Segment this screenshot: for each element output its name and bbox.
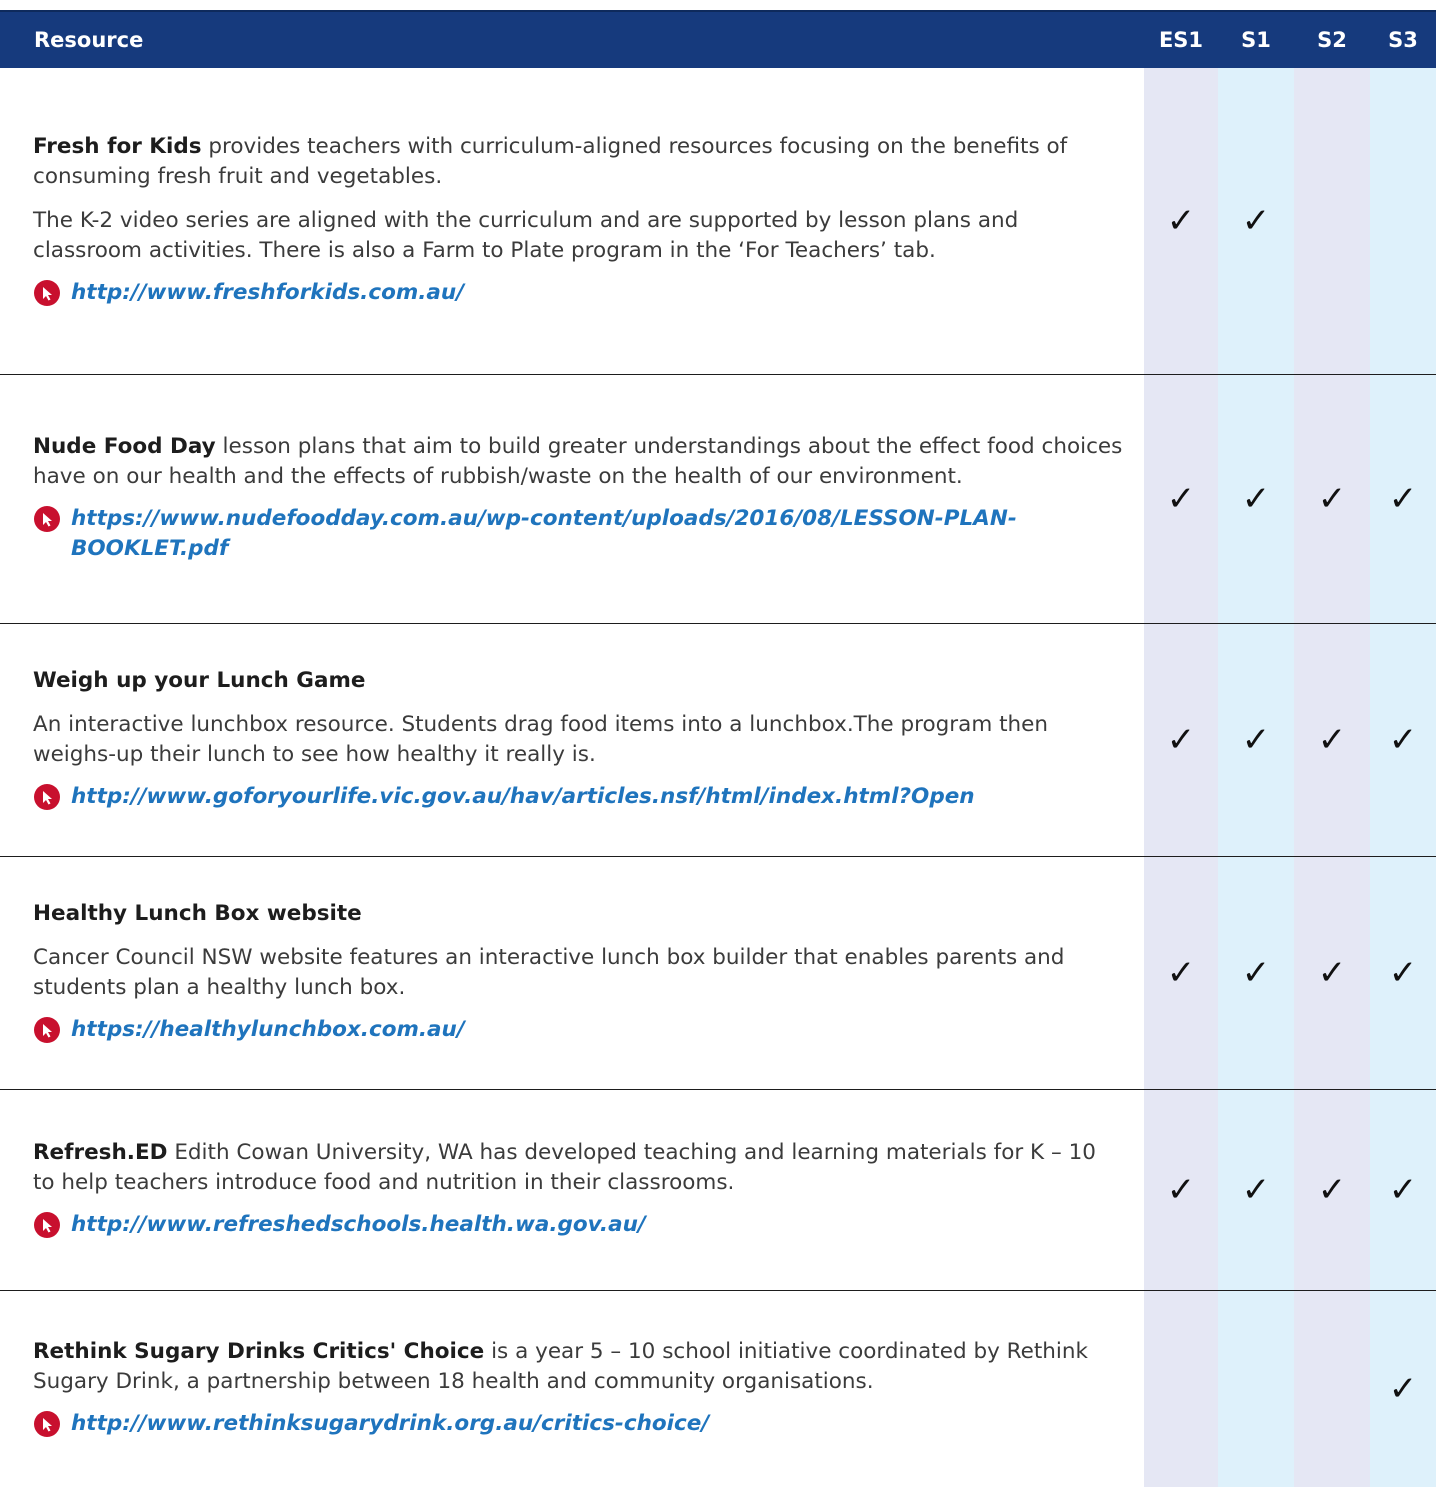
resource-link[interactable]: https://healthylunchbox.com.au/ xyxy=(71,1015,465,1045)
resource-description: An interactive lunchbox resource. Studen… xyxy=(33,710,1124,770)
resource-link-row[interactable]: http://www.goforyourlife.vic.gov.au/hav/… xyxy=(33,782,1124,812)
table-row: Healthy Lunch Box website Cancer Council… xyxy=(0,857,1436,1090)
resource-description: Refresh.ED Edith Cowan University, WA ha… xyxy=(33,1138,1124,1198)
resource-description: Cancer Council NSW website features an i… xyxy=(33,943,1124,1003)
resource-title: Refresh.ED xyxy=(33,1140,167,1165)
header-s2: S2 xyxy=(1294,11,1370,68)
resource-table-page: Resource ES1 S1 S2 S3 Fresh for Kids pro… xyxy=(0,0,1436,1184)
resource-title: Nude Food Day xyxy=(33,434,216,459)
header-resource: Resource xyxy=(0,11,1144,68)
es1-check: ✓ xyxy=(1144,375,1218,624)
resource-description: Fresh for Kids provides teachers with cu… xyxy=(33,132,1124,192)
cursor-link-icon xyxy=(33,1016,61,1044)
resource-link[interactable]: http://www.rethinksugarydrink.org.au/cri… xyxy=(71,1409,709,1439)
s2-check: ✓ xyxy=(1294,857,1370,1090)
s2-check: ✓ xyxy=(1294,624,1370,857)
s1-check: ✓ xyxy=(1218,68,1294,375)
top-rule xyxy=(0,0,1436,10)
resource-title: Rethink Sugary Drinks Critics' Choice xyxy=(33,1339,484,1364)
s3-check: ✓ xyxy=(1370,624,1436,857)
cursor-link-icon xyxy=(33,279,61,307)
s3-check: ✓ xyxy=(1370,857,1436,1090)
s1-check: ✓ xyxy=(1218,857,1294,1090)
s2-check xyxy=(1294,1291,1370,1487)
es1-check: ✓ xyxy=(1144,857,1218,1090)
resource-link-row[interactable]: https://healthylunchbox.com.au/ xyxy=(33,1015,1124,1045)
resource-link-row[interactable]: http://www.freshforkids.com.au/ xyxy=(33,278,1124,308)
resource-table: Resource ES1 S1 S2 S3 Fresh for Kids pro… xyxy=(0,10,1436,1487)
resource-title: Healthy Lunch Box website xyxy=(33,899,1124,929)
cursor-link-icon xyxy=(33,1410,61,1438)
cursor-link-icon xyxy=(33,783,61,811)
table-row: Nude Food Day lesson plans that aim to b… xyxy=(0,375,1436,624)
s1-check xyxy=(1218,1291,1294,1487)
table-row: Fresh for Kids provides teachers with cu… xyxy=(0,68,1436,375)
header-s3: S3 xyxy=(1370,11,1436,68)
resource-cell: Healthy Lunch Box website Cancer Council… xyxy=(0,857,1144,1090)
es1-check: ✓ xyxy=(1144,68,1218,375)
resource-link-row[interactable]: http://www.rethinksugarydrink.org.au/cri… xyxy=(33,1409,1124,1439)
header-s1: S1 xyxy=(1218,11,1294,68)
resource-link-row[interactable]: http://www.refreshedschools.health.wa.go… xyxy=(33,1210,1124,1240)
resource-cell: Nude Food Day lesson plans that aim to b… xyxy=(0,375,1144,624)
resource-cell: Weigh up your Lunch Game An interactive … xyxy=(0,624,1144,857)
resource-cell: Fresh for Kids provides teachers with cu… xyxy=(0,68,1144,375)
s2-check xyxy=(1294,68,1370,375)
table-row: Weigh up your Lunch Game An interactive … xyxy=(0,624,1436,857)
resource-link[interactable]: http://www.goforyourlife.vic.gov.au/hav/… xyxy=(71,782,975,812)
s3-check: ✓ xyxy=(1370,1291,1436,1487)
resource-link[interactable]: https://www.nudefoodday.com.au/wp-conten… xyxy=(71,504,1124,564)
table-row: Rethink Sugary Drinks Critics' Choice is… xyxy=(0,1291,1436,1487)
table-header-row: Resource ES1 S1 S2 S3 xyxy=(0,11,1436,68)
es1-check: ✓ xyxy=(1144,1090,1218,1291)
s2-check: ✓ xyxy=(1294,1090,1370,1291)
resource-link[interactable]: http://www.refreshedschools.health.wa.go… xyxy=(71,1210,646,1240)
s2-check: ✓ xyxy=(1294,375,1370,624)
resource-cell: Rethink Sugary Drinks Critics' Choice is… xyxy=(0,1291,1144,1487)
table-row: Refresh.ED Edith Cowan University, WA ha… xyxy=(0,1090,1436,1291)
resource-description-extra: The K-2 video series are aligned with th… xyxy=(33,206,1124,266)
resource-title: Weigh up your Lunch Game xyxy=(33,666,1124,696)
cursor-link-icon xyxy=(33,505,61,533)
resource-cell: Refresh.ED Edith Cowan University, WA ha… xyxy=(0,1090,1144,1291)
s1-check: ✓ xyxy=(1218,375,1294,624)
cursor-link-icon xyxy=(33,1211,61,1239)
s1-check: ✓ xyxy=(1218,624,1294,857)
resource-link[interactable]: http://www.freshforkids.com.au/ xyxy=(71,278,464,308)
es1-check xyxy=(1144,1291,1218,1487)
resource-link-row[interactable]: https://www.nudefoodday.com.au/wp-conten… xyxy=(33,504,1124,564)
resource-title: Fresh for Kids xyxy=(33,134,202,159)
header-es1: ES1 xyxy=(1144,11,1218,68)
s3-check: ✓ xyxy=(1370,375,1436,624)
resource-description: Nude Food Day lesson plans that aim to b… xyxy=(33,432,1124,492)
resource-description: Rethink Sugary Drinks Critics' Choice is… xyxy=(33,1337,1124,1397)
s3-check xyxy=(1370,68,1436,375)
s3-check: ✓ xyxy=(1370,1090,1436,1291)
es1-check: ✓ xyxy=(1144,624,1218,857)
s1-check: ✓ xyxy=(1218,1090,1294,1291)
